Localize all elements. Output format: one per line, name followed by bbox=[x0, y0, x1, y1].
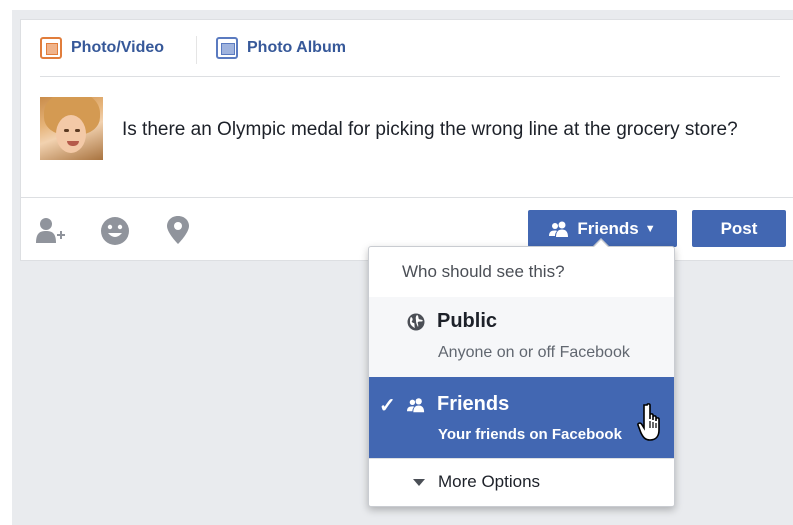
status-text[interactable]: Is there an Olympic medal for picking th… bbox=[122, 116, 782, 144]
chevron-down-icon: ▼ bbox=[644, 222, 656, 235]
option-title: Friends bbox=[437, 393, 510, 415]
more-options-label: More Options bbox=[438, 472, 541, 491]
friends-icon bbox=[407, 398, 425, 413]
audience-selector-label: Friends bbox=[577, 218, 639, 238]
option-title: Public bbox=[437, 310, 498, 332]
hand-cursor-icon bbox=[637, 403, 660, 441]
tab-photo-video-label: Photo/Video bbox=[71, 39, 165, 56]
tab-divider bbox=[196, 36, 197, 64]
composer-tabs: Photo/Video Photo Album bbox=[21, 20, 793, 77]
tabs-divider bbox=[40, 76, 780, 77]
friends-icon bbox=[549, 221, 569, 237]
album-icon bbox=[216, 37, 238, 59]
audience-option-public[interactable]: Public Anyone on or off Facebook bbox=[369, 297, 674, 377]
option-subtitle: Your friends on Facebook bbox=[438, 426, 622, 443]
more-options-item[interactable]: More Options bbox=[369, 458, 674, 506]
post-composer: Photo/Video Photo Album Is there an Olym… bbox=[20, 19, 793, 261]
avatar[interactable] bbox=[40, 97, 103, 160]
location-pin-icon[interactable] bbox=[166, 216, 190, 244]
option-subtitle: Anyone on or off Facebook bbox=[438, 344, 630, 361]
menu-header: Who should see this? bbox=[402, 262, 565, 281]
photo-icon bbox=[40, 37, 62, 59]
tab-photo-video[interactable]: Photo/Video bbox=[40, 36, 164, 60]
caret-down-icon bbox=[413, 479, 425, 486]
post-button[interactable]: Post bbox=[692, 210, 786, 247]
tab-photo-album[interactable]: Photo Album bbox=[216, 36, 346, 60]
tag-friends-icon[interactable] bbox=[36, 217, 66, 243]
feeling-icon[interactable] bbox=[100, 216, 130, 246]
composer-divider bbox=[21, 197, 793, 198]
audience-dropdown-menu: Who should see this? Public Anyone on or… bbox=[368, 246, 675, 507]
audience-option-friends[interactable]: ✓ Friends Your friends on Facebook bbox=[369, 377, 674, 458]
tab-photo-album-label: Photo Album bbox=[247, 39, 346, 56]
globe-icon bbox=[407, 313, 425, 331]
checkmark-icon: ✓ bbox=[379, 395, 396, 417]
